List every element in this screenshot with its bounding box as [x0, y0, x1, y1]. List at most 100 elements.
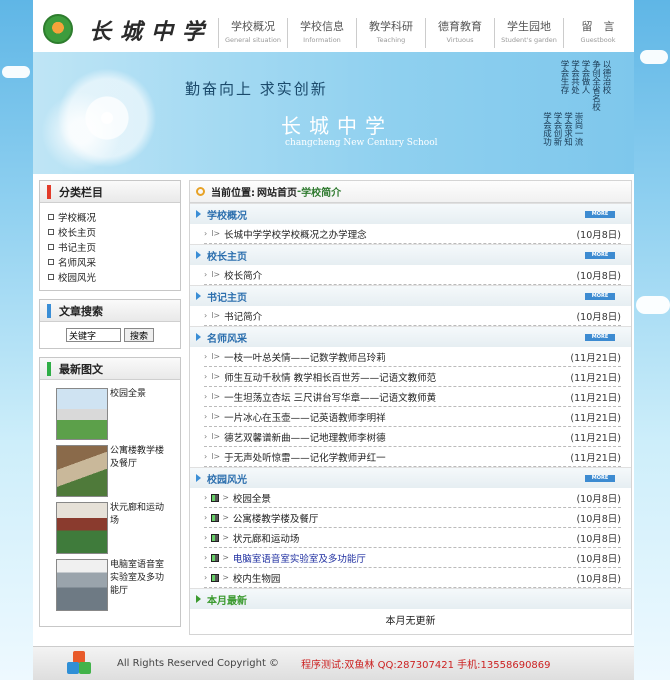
list-item[interactable]: › > 电脑室语音室实验室及多功能厅 (10月8日) — [204, 548, 621, 568]
item-title[interactable]: 校园全景 — [233, 491, 271, 505]
list-item[interactable]: › l> 师生互动千秋情 教学相长百世芳——记语文教师范 (11月21日) — [204, 367, 621, 387]
section-header-secretary: 书记主页 MORE — [190, 285, 631, 306]
pic-caption[interactable]: 校园全景 — [110, 388, 172, 440]
page-container: 长城中学 学校概况 General situation 学校信息 Informati… — [33, 0, 634, 680]
triangle-arrow-icon — [196, 595, 201, 603]
more-button[interactable]: MORE — [585, 292, 615, 300]
list-item[interactable]: › l> 书记简介 (10月8日) — [204, 306, 621, 326]
bullet-icon: › — [204, 573, 208, 582]
search-box: 文章搜索 搜索 — [39, 299, 181, 349]
item-title[interactable]: 于无声处听惊雷——记化学教师尹红一 — [224, 450, 386, 464]
playground-photo-thumbnail[interactable] — [56, 502, 108, 554]
item-date: (11月21日) — [570, 352, 621, 364]
computer-room-photo-thumbnail[interactable] — [56, 559, 108, 611]
item-title[interactable]: 一生坦荡立杏坛 三尺讲台写华章——记语文教师黄 — [224, 390, 436, 404]
nav-item-general[interactable]: 学校概况 General situation — [218, 18, 287, 48]
header-accent-bar — [47, 303, 51, 318]
pic-item[interactable]: 校园全景 — [56, 388, 174, 440]
item-title[interactable]: 一枝一叶总关情——记数学教师吕玲莉 — [224, 350, 386, 364]
pic-caption[interactable]: 电脑室语音室实验室及多功能厅 — [110, 559, 172, 611]
nav-item-teaching[interactable]: 教学科研 Teaching — [356, 18, 425, 48]
pic-caption[interactable]: 公寓楼教学楼及餐厅 — [110, 445, 172, 497]
list-item[interactable]: › l> 校长简介 (10月8日) — [204, 265, 621, 285]
dorm-photo-thumbnail[interactable] — [56, 445, 108, 497]
more-button[interactable]: MORE — [585, 251, 615, 259]
section-title[interactable]: 名师风采 — [207, 330, 247, 345]
item-title[interactable]: 公寓楼教学楼及餐厅 — [233, 511, 319, 525]
pic-caption[interactable]: 状元廊和运动场 — [110, 502, 172, 554]
contact-text: 程序测试:双鱼林 QQ:287307421 手机:13558690869 — [301, 660, 551, 671]
category-item-teachers[interactable]: 名师风采 — [48, 254, 172, 269]
section-title: 本月最新 — [207, 595, 247, 607]
nav-label: 学生园地 — [507, 20, 551, 33]
pic-item[interactable]: 公寓楼教学楼及餐厅 — [56, 445, 174, 497]
nav-item-virtuous[interactable]: 德育教育 Virtuous — [425, 18, 494, 48]
category-item-school-overview[interactable]: 学校概况 — [48, 209, 172, 224]
list-item[interactable]: › l> 德艺双馨谱新曲——记地理教师李树德 (11月21日) — [204, 427, 621, 447]
bullet-icon: l> — [211, 452, 221, 461]
list-item[interactable]: › > 状元廊和运动场 (10月8日) — [204, 528, 621, 548]
pic-item[interactable]: 状元廊和运动场 — [56, 502, 174, 554]
category-item-secretary[interactable]: 书记主页 — [48, 239, 172, 254]
list-item[interactable]: › > 校内生物园 (10月8日) — [204, 568, 621, 588]
image-icon — [211, 533, 220, 542]
list-item[interactable]: › l> 于无声处听惊雷——记化学教师尹红一 (11月21日) — [204, 447, 621, 467]
more-button[interactable]: MORE — [585, 333, 615, 341]
section-header-latest: 本月最新 — [190, 588, 631, 609]
item-title[interactable]: 师生互动千秋情 教学相长百世芳——记语文教师范 — [224, 370, 436, 384]
vertical-slogan: 学会创新 — [552, 112, 562, 146]
sky-cloud — [2, 66, 30, 78]
categories-list: 学校概况 校长主页 书记主页 名师风采 校园风光 — [40, 203, 180, 290]
vertical-slogan: 学会求知 — [562, 112, 573, 146]
item-title[interactable]: 校内生物园 — [233, 571, 281, 585]
list-item[interactable]: › l> 长城中学学校学校概况之办学理念 (10月8日) — [204, 224, 621, 244]
section-title[interactable]: 学校概况 — [207, 207, 247, 222]
nav-sublabel: Teaching — [376, 36, 406, 44]
image-icon — [211, 553, 220, 562]
search-input[interactable] — [66, 328, 121, 342]
list-item[interactable]: › l> 一生坦荡立杏坛 三尺讲台写华章——记语文教师黄 (11月21日) — [204, 387, 621, 407]
breadcrumb-home-link[interactable]: 网站首页 — [257, 184, 297, 199]
list-item[interactable]: › > 公寓楼教学楼及餐厅 (10月8日) — [204, 508, 621, 528]
more-button[interactable]: MORE — [585, 474, 615, 482]
nav-label: 学校概况 — [231, 20, 275, 33]
item-title[interactable]: 一片冰心在玉壶——记英语教师李明祥 — [224, 410, 386, 424]
main-nav: 学校概况 General situation 学校信息 Information 教学… — [218, 18, 632, 48]
item-title[interactable]: 长城中学学校学校概况之办学理念 — [224, 227, 367, 241]
section-title[interactable]: 校长主页 — [207, 248, 247, 263]
section-title[interactable]: 校园风光 — [207, 471, 247, 486]
banner-vertical-slogans-lower: 崇尚一流 学会求知 学会创新 学会成功 — [542, 112, 584, 146]
nav-item-students-garden[interactable]: 学生园地 Student's garden — [494, 18, 563, 48]
item-date: (11月21日) — [570, 412, 621, 424]
more-button[interactable]: MORE — [585, 210, 615, 218]
bullet-icon: › — [204, 392, 208, 401]
nav-item-guestbook[interactable]: 留 言 Guestbook — [563, 18, 632, 48]
bullet-icon: l> — [211, 432, 221, 441]
image-icon — [211, 513, 220, 522]
item-title[interactable]: 德艺双馨谱新曲——记地理教师李树德 — [224, 430, 386, 444]
bullet-icon: > — [222, 513, 229, 522]
breadcrumb-current: 学校简介 — [301, 188, 342, 199]
breadcrumb: 当前位置: 网站首页 - 学校简介 — [190, 181, 631, 203]
section-title[interactable]: 书记主页 — [207, 289, 247, 304]
list-item[interactable]: › l> 一枝一叶总关情——记数学教师吕玲莉 (11月21日) — [204, 347, 621, 367]
item-title[interactable]: 状元廊和运动场 — [233, 531, 300, 545]
item-title[interactable]: 书记简介 — [224, 309, 262, 323]
latest-pics-box: 最新图文 校园全景 公寓楼教学楼及餐厅 状元廊和运动场 电脑室语音室实验室及多功… — [39, 357, 181, 627]
bullet-icon: › — [204, 553, 208, 562]
search-button[interactable]: 搜索 — [124, 328, 154, 342]
category-item-principal[interactable]: 校长主页 — [48, 224, 172, 239]
item-title[interactable]: 校长简介 — [224, 268, 262, 282]
item-date: (11月21日) — [570, 452, 621, 464]
pic-item[interactable]: 电脑室语音室实验室及多功能厅 — [56, 559, 174, 611]
item-title[interactable]: 电脑室语音室实验室及多功能厅 — [233, 551, 366, 565]
nav-sublabel: General situation — [225, 36, 281, 44]
vertical-slogan: 学会共处 — [569, 60, 580, 94]
nav-item-information[interactable]: 学校信息 Information — [287, 18, 356, 48]
breadcrumb-label: 当前位置: — [211, 188, 255, 199]
list-item[interactable]: › l> 一片冰心在玉壶——记英语教师李明祥 (11月21日) — [204, 407, 621, 427]
campus-photo-thumbnail[interactable] — [56, 388, 108, 440]
list-item[interactable]: › > 校园全景 (10月8日) — [204, 488, 621, 508]
category-item-campus[interactable]: 校园风光 — [48, 269, 172, 284]
bullet-icon: › — [204, 372, 208, 381]
